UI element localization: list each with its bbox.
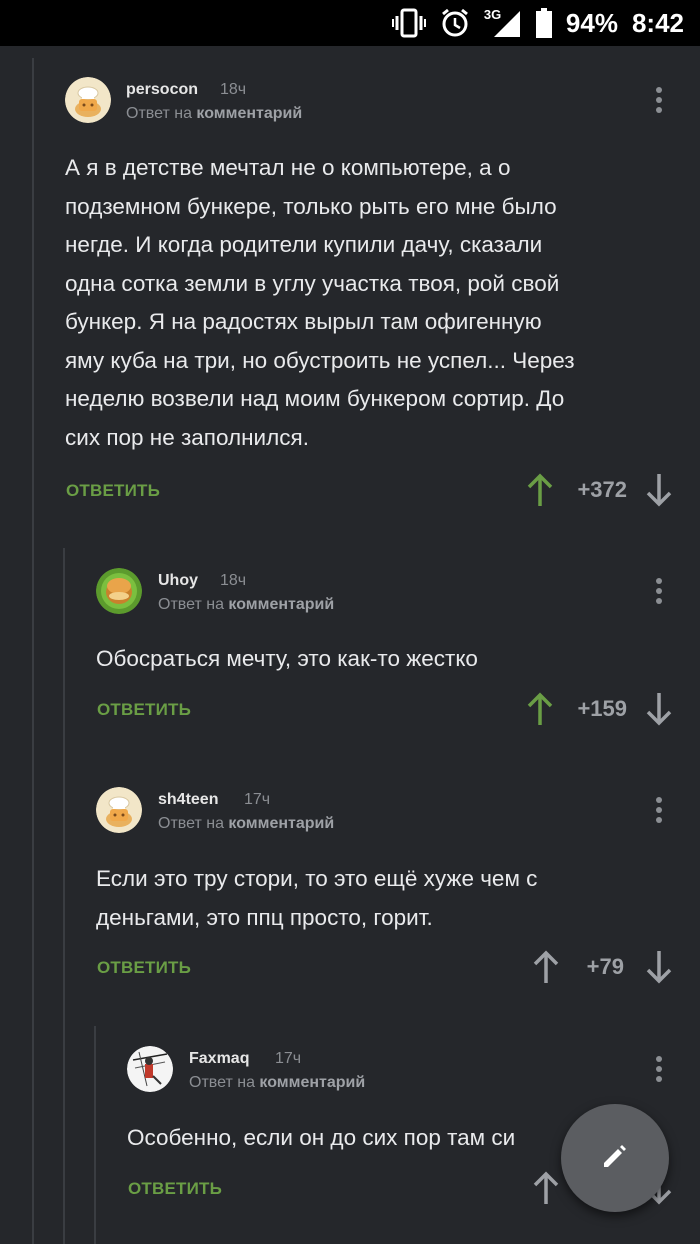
comment-time: 17ч — [244, 791, 271, 808]
reply-to-target: комментарий — [259, 1074, 366, 1091]
clock: 8:42 — [631, 7, 684, 38]
more-menu-icon[interactable] — [654, 797, 664, 827]
comment-body: Если это тру стори, то это ещё хуже чем … — [96, 860, 537, 937]
comment-line: негде. И когда родители купили дачу, ска… — [65, 232, 543, 257]
comment-line: одна сотка земли в углу участка твоя, ро… — [65, 270, 560, 296]
write-comment-button[interactable] — [561, 1104, 669, 1212]
comment-line: подземном бункере, только рыть его мне б… — [65, 193, 557, 219]
upvote-arrow-icon[interactable] — [525, 691, 555, 727]
more-menu-icon[interactable] — [654, 1056, 664, 1086]
thread-line — [63, 548, 65, 1244]
comment-body: Обосраться мечту, это как-то жестко — [96, 640, 478, 679]
status-bar: 3G 94% 8:42 — [0, 0, 700, 46]
comment-line: неделю возвели над моим бункером сортир.… — [65, 386, 565, 411]
thread-line — [32, 58, 34, 1244]
comment-line: А я в детстве мечтал не о компьютере, а … — [65, 155, 511, 180]
username[interactable]: sh4teen — [158, 791, 218, 809]
reply-to-target: комментарий — [228, 815, 335, 832]
reply-to-prefix: Ответ на — [158, 815, 224, 832]
vote-score: +372 — [577, 477, 627, 502]
avatar[interactable] — [96, 787, 142, 833]
reply-to-prefix: Ответ на — [126, 105, 192, 122]
upvote-arrow-icon[interactable] — [531, 1170, 561, 1206]
comment-time: 18ч — [220, 572, 247, 589]
comment-line: яму куба на три, но обустроить не успел.… — [65, 347, 575, 373]
username[interactable]: persocon — [126, 81, 198, 99]
comment-line: Обосраться мечту, это как-то жестко — [96, 646, 478, 671]
upvote-arrow-icon[interactable] — [525, 472, 555, 508]
reply-to-target: комментарий — [228, 596, 335, 613]
pencil-icon — [600, 1141, 630, 1176]
downvote-arrow-icon[interactable] — [644, 472, 674, 508]
reply-to-link[interactable]: Ответ на комментарий — [189, 1074, 365, 1092]
reply-to-target: комментарий — [196, 105, 303, 122]
alarm-icon — [440, 8, 470, 38]
comment: Uhoy 18ч Ответ на комментарий Обосраться… — [96, 568, 685, 738]
reply-to-prefix: Ответ на — [189, 1074, 255, 1091]
reply-button[interactable]: ОТВЕТИТЬ — [97, 958, 191, 978]
avatar[interactable] — [65, 77, 111, 123]
comment-line: деньгами, это ппц просто, горит. — [96, 904, 433, 930]
comment-line: Если это тру стори, то это ещё хуже чем … — [96, 866, 538, 891]
reply-to-link[interactable]: Ответ на комментарий — [158, 596, 334, 614]
battery-icon — [535, 8, 552, 38]
comment-body: А я в детстве мечтал не о компьютере, а … — [65, 149, 575, 457]
comment-line: Особенно, если он до сих пор там си — [127, 1125, 516, 1150]
comment-line: бункер. Я на радостях вырыл там офигенну… — [65, 309, 542, 334]
reply-button[interactable]: ОТВЕТИТЬ — [128, 1179, 222, 1199]
signal-icon: 3G — [484, 7, 522, 37]
avatar[interactable] — [96, 568, 142, 614]
thread-line — [94, 1026, 96, 1244]
username[interactable]: Uhoy — [158, 572, 198, 590]
vote-score: +159 — [577, 696, 627, 721]
vibrate-icon — [391, 8, 426, 38]
avatar[interactable] — [127, 1046, 173, 1092]
more-menu-icon[interactable] — [654, 578, 664, 608]
comment-body: Особенно, если он до сих пор там си — [127, 1119, 515, 1158]
more-menu-icon[interactable] — [654, 87, 664, 117]
comment-line: сих пор не заполнился. — [65, 424, 309, 450]
comment-time: 18ч — [220, 81, 247, 98]
comment-time: 17ч — [275, 1050, 302, 1067]
comment: persocon 18ч Ответ на комментарий А я в … — [65, 77, 685, 517]
downvote-arrow-icon[interactable] — [644, 949, 674, 985]
reply-to-link[interactable]: Ответ на комментарий — [158, 815, 334, 833]
reply-button[interactable]: ОТВЕТИТЬ — [97, 700, 191, 720]
downvote-arrow-icon[interactable] — [644, 691, 674, 727]
username[interactable]: Faxmaq — [189, 1050, 249, 1068]
comment: sh4teen 17ч Ответ на комментарий Если эт… — [96, 787, 685, 997]
reply-to-link[interactable]: Ответ на комментарий — [126, 105, 302, 123]
reply-button[interactable]: ОТВЕТИТЬ — [66, 481, 160, 501]
battery-percent: 94% — [565, 7, 618, 38]
vote-score: +79 — [586, 954, 624, 979]
reply-to-prefix: Ответ на — [158, 596, 224, 613]
